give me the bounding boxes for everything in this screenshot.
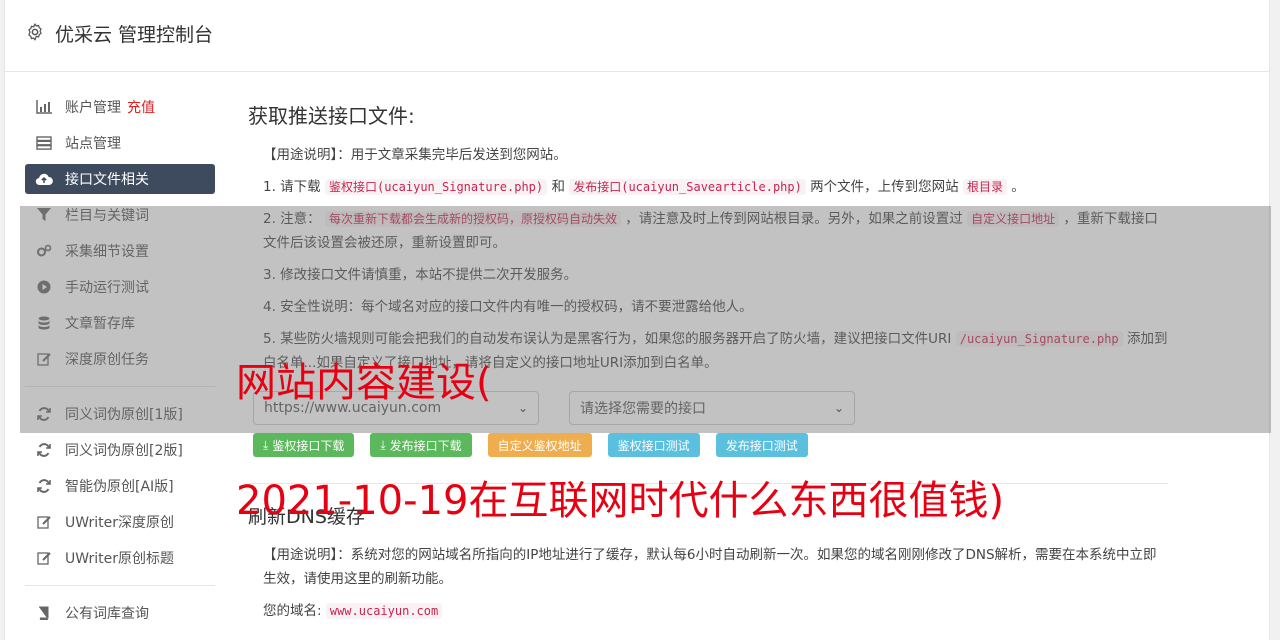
download-icon: ⤓ <box>380 437 386 452</box>
refresh-icon <box>35 405 53 423</box>
watermark-line-2: 2021-10-19在互联网时代什么东西很值钱) <box>236 478 1005 524</box>
download-icon: ⤓ <box>263 437 269 452</box>
play-icon <box>35 278 53 296</box>
sidebar-item-synonym-v1[interactable]: 同义词伪原创[1版] <box>25 399 215 429</box>
download-auth-button[interactable]: ⤓ 鉴权接口下载 <box>253 433 355 457</box>
bar-chart-icon <box>35 98 53 116</box>
text: 和 <box>551 179 565 195</box>
chevron-down-icon: ⌄ <box>517 401 528 415</box>
text: 两个文件，上传到您网站 <box>810 179 959 195</box>
code-custom-url: 自定义接口地址 <box>967 211 1060 227</box>
app-frame: 优采云 管理控制台 账户管理 充值 站点管理 接口文件相关 栏目与关键词 采集细… <box>4 0 1271 640</box>
sidebar-item-deep-original[interactable]: 深度原创任务 <box>25 344 215 374</box>
button-label: 鉴权接口下载 <box>272 438 345 453</box>
sidebar-item-columns-keywords[interactable]: 栏目与关键词 <box>25 200 215 230</box>
sidebar-item-uwriter-title[interactable]: UWriter原创标题 <box>25 543 215 573</box>
recharge-link[interactable]: 充值 <box>127 97 155 117</box>
code-root-dir: 根目录 <box>962 179 1007 195</box>
sidebar-item-label: 文章暂存库 <box>65 316 135 332</box>
sidebar-item-label: UWriter原创标题 <box>65 551 174 567</box>
custom-auth-button[interactable]: 自定义鉴权地址 <box>487 433 592 457</box>
sidebar-item-label: 同义词伪原创[1版] <box>65 407 183 423</box>
code-warning: 每次重新下载都会生成新的授权码，原授权码自动失效 <box>324 211 621 227</box>
button-row: ⤓ 鉴权接口下载 ⤓ 发布接口下载 自定义鉴权地址 鉴权接口测试 发布接口测试 <box>253 433 1168 457</box>
domain-value: www.ucaiyun.com <box>325 603 443 619</box>
instruction-1: 1. 请下载 鉴权接口(ucaiyun_Signature.php) 和 发布接… <box>248 175 1168 199</box>
refresh-icon <box>35 441 53 459</box>
sidebar-item-synonym-v2[interactable]: 同义词伪原创[2版] <box>25 435 215 465</box>
edit-icon <box>35 513 53 531</box>
code-auth-file: 鉴权接口(ucaiyun_Signature.php) <box>324 179 548 195</box>
sidebar-item-label: 账户管理 <box>65 100 121 116</box>
book-icon <box>35 604 53 622</box>
code-signature-uri: /ucaiyun_Signature.php <box>955 331 1123 347</box>
cogs-icon <box>35 242 53 260</box>
sidebar-divider <box>25 386 215 387</box>
text: 5. 某些防火墙规则可能会把我们的自动发布误认为是黑客行为，如果您的服务器开启了… <box>263 331 952 347</box>
usage-text: 【用途说明】：用于文章采集完毕后发送到您网站。 <box>263 147 567 163</box>
sidebar-item-label: 接口文件相关 <box>65 172 149 188</box>
test-auth-button[interactable]: 鉴权接口测试 <box>607 433 700 457</box>
button-label: 发布接口测试 <box>725 438 798 453</box>
sidebar-item-label: 公有词库查询 <box>65 606 149 622</box>
instruction-4: 4. 安全性说明：每个域名对应的接口文件内有唯一的授权码，请不要泄露给他人。 <box>263 299 753 315</box>
sidebar-item-label: UWriter深度原创 <box>65 515 174 531</box>
database-icon <box>35 314 53 332</box>
test-publish-button[interactable]: 发布接口测试 <box>715 433 808 457</box>
sidebar-item-label: 栏目与关键词 <box>65 208 149 224</box>
text: 1. 请下载 <box>263 179 321 195</box>
edit-icon <box>35 350 53 368</box>
sidebar-item-ai-original[interactable]: 智能伪原创[AI版] <box>25 471 215 501</box>
button-label: 自定义鉴权地址 <box>497 438 582 453</box>
api-select-value: 请选择您需要的接口 <box>580 401 706 417</box>
sidebar-item-label: 手动运行测试 <box>65 280 149 296</box>
dns-usage-text: 【用途说明】：系统对您的网站域名所指向的IP地址进行了缓存，默认每6小时自动刷新… <box>263 547 1157 587</box>
refresh-icon <box>35 477 53 495</box>
sidebar: 账户管理 充值 站点管理 接口文件相关 栏目与关键词 采集细节设置 手动运行测试… <box>25 92 215 634</box>
instruction-2: 2. 注意： 每次重新下载都会生成新的授权码，原授权码自动失效 ，请注意及时上传… <box>248 207 1168 255</box>
text: ，请注意及时上传到网站根目录。另外，如果之前设置过 <box>625 211 963 227</box>
code-publish-file: 发布接口(ucaiyun_Savearticle.php) <box>569 179 806 195</box>
watermark-line-1: 网站内容建设( <box>236 360 492 406</box>
section-title-api-files: 获取推送接口文件: <box>248 104 415 128</box>
sidebar-item-api-files[interactable]: 接口文件相关 <box>25 164 215 194</box>
sidebar-item-collect-settings[interactable]: 采集细节设置 <box>25 236 215 266</box>
button-label: 发布接口下载 <box>389 438 462 453</box>
sidebar-item-public-lexicon[interactable]: 公有词库查询 <box>25 598 215 628</box>
domain-label: 您的域名: <box>263 603 322 619</box>
edit-icon <box>35 549 53 567</box>
text: 。 <box>1011 179 1025 195</box>
text: 2. 注意： <box>263 211 321 227</box>
header: 优采云 管理控制台 <box>5 0 1269 72</box>
sidebar-item-article-store[interactable]: 文章暂存库 <box>25 308 215 338</box>
sidebar-item-label: 采集细节设置 <box>65 244 149 260</box>
button-label: 鉴权接口测试 <box>617 438 690 453</box>
filter-icon <box>35 206 53 224</box>
instruction-3: 3. 修改接口文件请慎重，本站不提供二次开发服务。 <box>263 267 578 283</box>
sidebar-item-manual-run[interactable]: 手动运行测试 <box>25 272 215 302</box>
sidebar-item-label: 同义词伪原创[2版] <box>65 443 183 459</box>
sidebar-item-label: 站点管理 <box>65 136 121 152</box>
sidebar-item-account[interactable]: 账户管理 充值 <box>25 92 215 122</box>
gear-icon <box>28 23 42 41</box>
api-select[interactable]: 请选择您需要的接口 ⌄ <box>569 391 855 425</box>
page-title: 优采云 管理控制台 <box>55 24 214 46</box>
cloud-upload-icon <box>35 170 53 188</box>
domain-line: 您的域名: www.ucaiyun.com <box>248 599 1168 623</box>
sidebar-item-label: 智能伪原创[AI版] <box>65 479 174 495</box>
sidebar-divider <box>25 585 215 586</box>
sidebar-item-label: 深度原创任务 <box>65 352 149 368</box>
sidebar-item-uwriter-deep[interactable]: UWriter深度原创 <box>25 507 215 537</box>
sidebar-item-sites[interactable]: 站点管理 <box>25 128 215 158</box>
server-icon <box>35 134 53 152</box>
chevron-down-icon: ⌄ <box>833 401 844 415</box>
download-publish-button[interactable]: ⤓ 发布接口下载 <box>370 433 472 457</box>
